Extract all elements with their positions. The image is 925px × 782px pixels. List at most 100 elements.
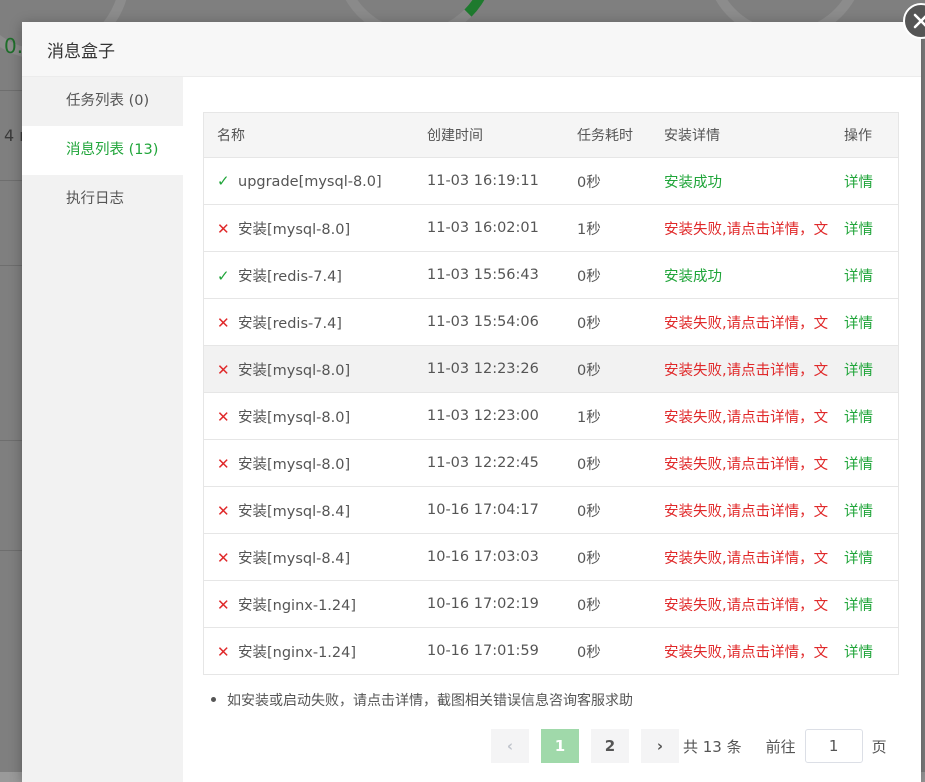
pagination: ‹ 1 2 › 共 13 条 前往 页	[491, 729, 887, 763]
cell-action: 详情	[844, 392, 899, 440]
dialog-header: 消息盒子	[22, 22, 921, 77]
cell-name: ✕ 安装[mysql-8.4]	[203, 533, 427, 581]
detail-link[interactable]: 详情	[844, 504, 873, 520]
cell-action: 详情	[844, 298, 899, 346]
sidebar-item-execution-log[interactable]: 执行日志	[22, 175, 183, 224]
cross-icon: ✕	[217, 595, 230, 614]
cell-action: 详情	[844, 580, 899, 628]
install-detail-text: 安装失败,请点击详情，文	[664, 597, 829, 614]
cell-created: 11-03 12:23:26	[427, 345, 577, 393]
cell-name: ✓ upgrade[mysql-8.0]	[203, 157, 427, 205]
background-divider	[0, 550, 22, 551]
cell-name: ✕ 安装[mysql-8.0]	[203, 439, 427, 487]
task-name: 安装[mysql-8.0]	[238, 409, 351, 426]
cell-detail: 安装失败,请点击详情，文	[664, 627, 844, 675]
install-detail-text: 安装失败,请点击详情，文	[664, 550, 829, 567]
cell-detail: 安装失败,请点击详情，文	[664, 439, 844, 487]
cell-duration: 0秒	[577, 533, 664, 581]
background-number: 0.	[4, 34, 24, 58]
task-name: 安装[redis-7.4]	[238, 268, 342, 285]
cross-icon: ✕	[217, 407, 230, 426]
table-row: ✕ 安装[mysql-8.0] 11-03 12:22:45 0秒 安装失败,请点击详情…	[203, 439, 899, 487]
help-note: 如安装或启动失败，请点击详情，截图相关错误信息咨询客服求助	[211, 690, 633, 710]
message-table: 名称 创建时间 任务耗时 安装详情 操作 ✓ upgrade[mysql-8.0]…	[203, 112, 899, 675]
close-icon	[913, 13, 925, 29]
detail-link[interactable]: 详情	[844, 222, 873, 238]
cell-action: 详情	[844, 157, 899, 205]
cell-name: ✓ 安装[redis-7.4]	[203, 251, 427, 299]
install-detail-text: 安装失败,请点击详情，文	[664, 644, 829, 661]
page-button-2[interactable]: 2	[591, 729, 629, 763]
sidebar: 任务列表 (0) 消息列表 (13) 执行日志	[22, 77, 183, 782]
cell-detail: 安装失败,请点击详情，文	[664, 392, 844, 440]
cell-action: 详情	[844, 251, 899, 299]
goto-suffix: 页	[871, 737, 887, 756]
cross-icon: ✕	[217, 313, 230, 332]
background-divider	[0, 265, 22, 266]
table-row: ✕ 安装[mysql-8.4] 10-16 17:04:17 0秒 安装失败,请点击详情…	[203, 486, 899, 534]
total-count: 共 13 条	[683, 737, 742, 756]
cell-duration: 0秒	[577, 157, 664, 205]
cell-detail: 安装失败,请点击详情，文	[664, 345, 844, 393]
sidebar-item-task-list[interactable]: 任务列表 (0)	[22, 77, 183, 126]
detail-link[interactable]: 详情	[844, 457, 873, 473]
cell-action: 详情	[844, 533, 899, 581]
background-divider	[0, 180, 22, 181]
task-name: 安装[nginx-1.24]	[238, 597, 357, 614]
task-name: 安装[mysql-8.0]	[238, 456, 351, 473]
detail-link[interactable]: 详情	[844, 363, 873, 379]
cross-icon: ✕	[217, 642, 230, 661]
table-row: ✓ 安装[redis-7.4] 11-03 15:56:43 0秒 安装成功 详情	[203, 251, 899, 299]
goto-page-input[interactable]	[804, 729, 863, 763]
dialog-title: 消息盒子	[47, 41, 115, 62]
task-name: 安装[mysql-8.4]	[238, 503, 351, 520]
cell-created: 11-03 12:23:00	[427, 392, 577, 440]
install-detail-text: 安装失败,请点击详情，文	[664, 221, 829, 238]
page-button-1[interactable]: 1	[541, 729, 579, 763]
cell-created: 11-03 15:56:43	[427, 251, 577, 299]
cell-action: 详情	[844, 439, 899, 487]
detail-link[interactable]: 详情	[844, 598, 873, 614]
prev-page-button[interactable]: ‹	[491, 729, 529, 763]
message-list-panel: 名称 创建时间 任务耗时 安装详情 操作 ✓ upgrade[mysql-8.0]…	[203, 112, 899, 675]
cell-action: 详情	[844, 486, 899, 534]
cell-duration: 1秒	[577, 204, 664, 252]
cell-created: 11-03 12:22:45	[427, 439, 577, 487]
goto-label: 前往	[765, 737, 796, 756]
detail-link[interactable]: 详情	[844, 269, 873, 285]
cell-duration: 0秒	[577, 627, 664, 675]
table-row: ✕ 安装[mysql-8.0] 11-03 12:23:26 0秒 安装失败,请点击详情…	[203, 345, 899, 393]
detail-link[interactable]: 详情	[844, 645, 873, 661]
next-page-button[interactable]: ›	[641, 729, 679, 763]
column-header-duration: 任务耗时	[577, 112, 664, 158]
check-icon: ✓	[217, 172, 230, 190]
column-header-created: 创建时间	[427, 112, 577, 158]
table-row: ✕ 安装[mysql-8.0] 11-03 16:02:01 1秒 安装失败,请点击详情…	[203, 204, 899, 252]
task-name: 安装[mysql-8.4]	[238, 550, 351, 567]
detail-link[interactable]: 详情	[844, 410, 873, 426]
install-detail-text: 安装失败,请点击详情，文	[664, 409, 829, 426]
cell-duration: 0秒	[577, 486, 664, 534]
column-header-detail: 安装详情	[664, 112, 844, 158]
task-name: 安装[mysql-8.0]	[238, 221, 351, 238]
cell-name: ✕ 安装[mysql-8.0]	[203, 392, 427, 440]
detail-link[interactable]: 详情	[844, 551, 873, 567]
task-name: upgrade[mysql-8.0]	[238, 174, 382, 190]
cell-created: 11-03 16:19:11	[427, 157, 577, 205]
cell-duration: 1秒	[577, 392, 664, 440]
table-row: ✓ upgrade[mysql-8.0] 11-03 16:19:11 0秒 安装成功 详…	[203, 157, 899, 205]
cell-duration: 0秒	[577, 251, 664, 299]
cell-detail: 安装失败,请点击详情，文	[664, 298, 844, 346]
cell-duration: 0秒	[577, 580, 664, 628]
cell-detail: 安装失败,请点击详情，文	[664, 204, 844, 252]
message-box-dialog: 消息盒子 任务列表 (0) 消息列表 (13) 执行日志 名称 创建时间 任务耗…	[22, 22, 921, 782]
detail-link[interactable]: 详情	[844, 175, 873, 191]
cell-name: ✕ 安装[mysql-8.0]	[203, 345, 427, 393]
sidebar-item-message-list[interactable]: 消息列表 (13)	[22, 126, 183, 175]
table-row: ✕ 安装[redis-7.4] 11-03 15:54:06 0秒 安装失败,请点击详情…	[203, 298, 899, 346]
task-name: 安装[redis-7.4]	[238, 315, 342, 332]
task-name: 安装[mysql-8.0]	[238, 362, 351, 379]
table-row: ✕ 安装[nginx-1.24] 10-16 17:01:59 0秒 安装失败,请点击详…	[203, 627, 899, 675]
detail-link[interactable]: 详情	[844, 316, 873, 332]
cell-name: ✕ 安装[nginx-1.24]	[203, 627, 427, 675]
